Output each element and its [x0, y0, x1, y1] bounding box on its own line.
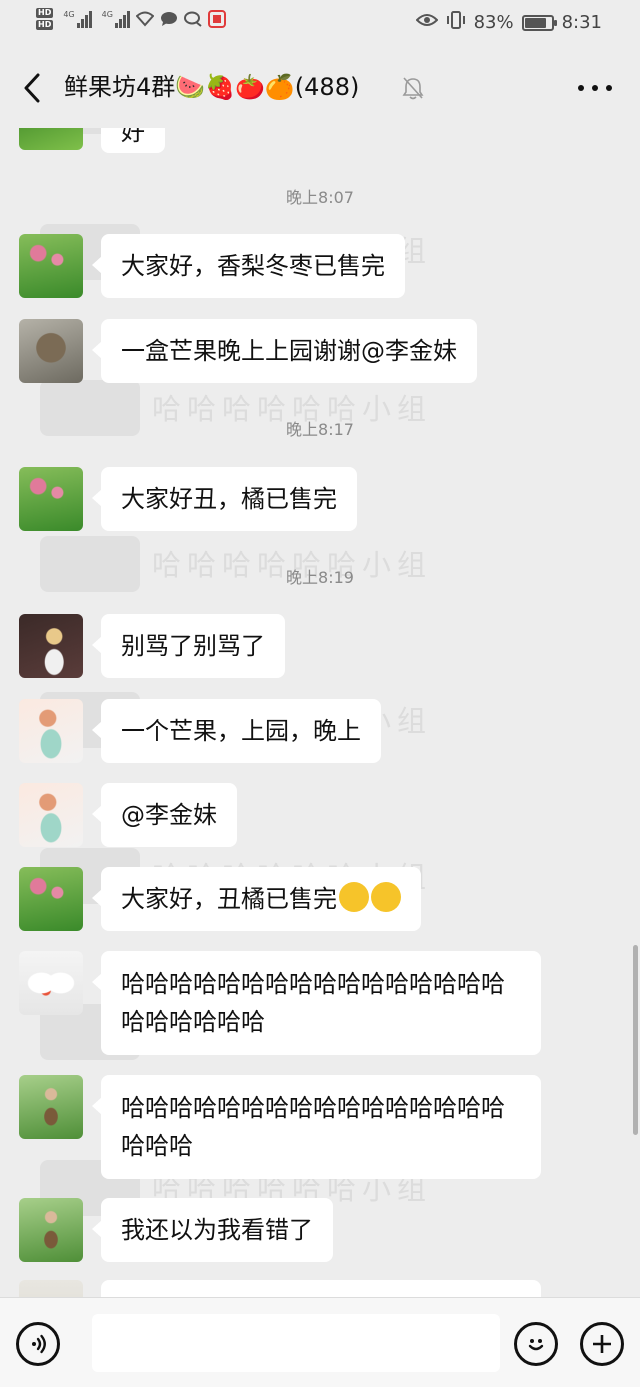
message-bubble[interactable]: 一盒芒果晚上上园谢谢@李金妹	[92, 319, 477, 383]
signal-1-icon: 4G	[63, 10, 92, 28]
chat-header: 鲜果坊4群🍉🍓🍅🍊(488)	[0, 48, 640, 128]
laughing-tears-emoji-icon	[339, 882, 369, 912]
avatar[interactable]	[19, 128, 83, 150]
eye-icon	[415, 12, 438, 33]
message-search-icon	[183, 10, 202, 28]
message-bubble[interactable]: 哈哈哈哈哈哈哈哈哈哈哈哈哈哈哈哈哈哈哈哈哈哈	[92, 951, 541, 1055]
message-bubble[interactable]	[101, 1280, 541, 1297]
chevron-left-icon[interactable]	[18, 70, 46, 106]
battery-icon	[521, 14, 557, 31]
avatar[interactable]	[19, 1075, 83, 1139]
status-right: 83% 8:31	[415, 10, 602, 35]
message-input[interactable]	[92, 1314, 500, 1372]
message-list[interactable]: 哈哈哈哈哈哈小组 哈哈哈哈哈哈小组 哈哈哈哈哈哈小组 哈哈哈哈哈哈小组 哈哈哈哈…	[0, 128, 640, 1297]
message-bubble[interactable]: 大家好丑，橘已售完	[92, 467, 357, 531]
message-text: 大家好，丑橘已售完	[121, 885, 337, 913]
message-bubble[interactable]: 好	[101, 128, 165, 153]
avatar[interactable]	[19, 1280, 83, 1297]
avatar[interactable]	[19, 319, 83, 383]
avatar[interactable]	[19, 867, 83, 931]
plus-icon[interactable]	[580, 1322, 624, 1366]
laughing-tears-emoji-icon	[371, 882, 401, 912]
bell-off-icon	[402, 76, 424, 100]
vibrate-icon	[446, 10, 466, 35]
emoji-icon[interactable]	[514, 1322, 558, 1366]
status-bar: HD HD 4G 4G 83% 8:31	[0, 0, 640, 48]
hd-badges: HD HD	[36, 8, 54, 30]
input-bar	[0, 1297, 640, 1387]
avatar[interactable]	[19, 699, 83, 763]
message-bubble[interactable]: 大家好，丑橘已售完	[92, 867, 421, 931]
avatar[interactable]	[19, 467, 83, 531]
hd-badge-1: HD	[36, 8, 54, 18]
status-left: HD HD 4G 4G	[36, 8, 226, 30]
message-bubble[interactable]: 我还以为我看错了	[92, 1198, 333, 1262]
timestamp: 晚上8:19	[286, 568, 354, 587]
message-bubble[interactable]: 一个芒果，上园，晚上	[92, 699, 381, 763]
message-bubble[interactable]: 哈哈哈哈哈哈哈哈哈哈哈哈哈哈哈哈哈哈哈	[92, 1075, 541, 1179]
avatar[interactable]	[19, 951, 83, 1015]
scrollbar[interactable]	[633, 945, 638, 1135]
more-dots-icon[interactable]	[578, 78, 612, 98]
chat-title: 鲜果坊4群🍉🍓🍅🍊(488)	[64, 73, 360, 101]
message-bubble[interactable]: @李金妹	[92, 783, 237, 847]
signal-2-icon: 4G	[102, 10, 130, 28]
hd-badge-2: HD	[36, 20, 54, 30]
app-notification-icon	[207, 10, 226, 28]
avatar[interactable]	[19, 614, 83, 678]
message-bubble[interactable]: 别骂了别骂了	[92, 614, 285, 678]
voice-icon[interactable]	[16, 1322, 60, 1366]
clock: 8:31	[561, 12, 602, 33]
avatar[interactable]	[19, 1198, 83, 1262]
battery-percent: 83%	[473, 12, 514, 33]
timestamp: 晚上8:07	[286, 188, 354, 207]
wifi-icon	[135, 10, 154, 28]
chat-bubble-icon	[160, 10, 178, 28]
avatar[interactable]	[19, 234, 83, 298]
avatar[interactable]	[19, 783, 83, 847]
timestamp: 晚上8:17	[286, 420, 354, 439]
message-bubble[interactable]: 大家好，香梨冬枣已售完	[92, 234, 405, 298]
